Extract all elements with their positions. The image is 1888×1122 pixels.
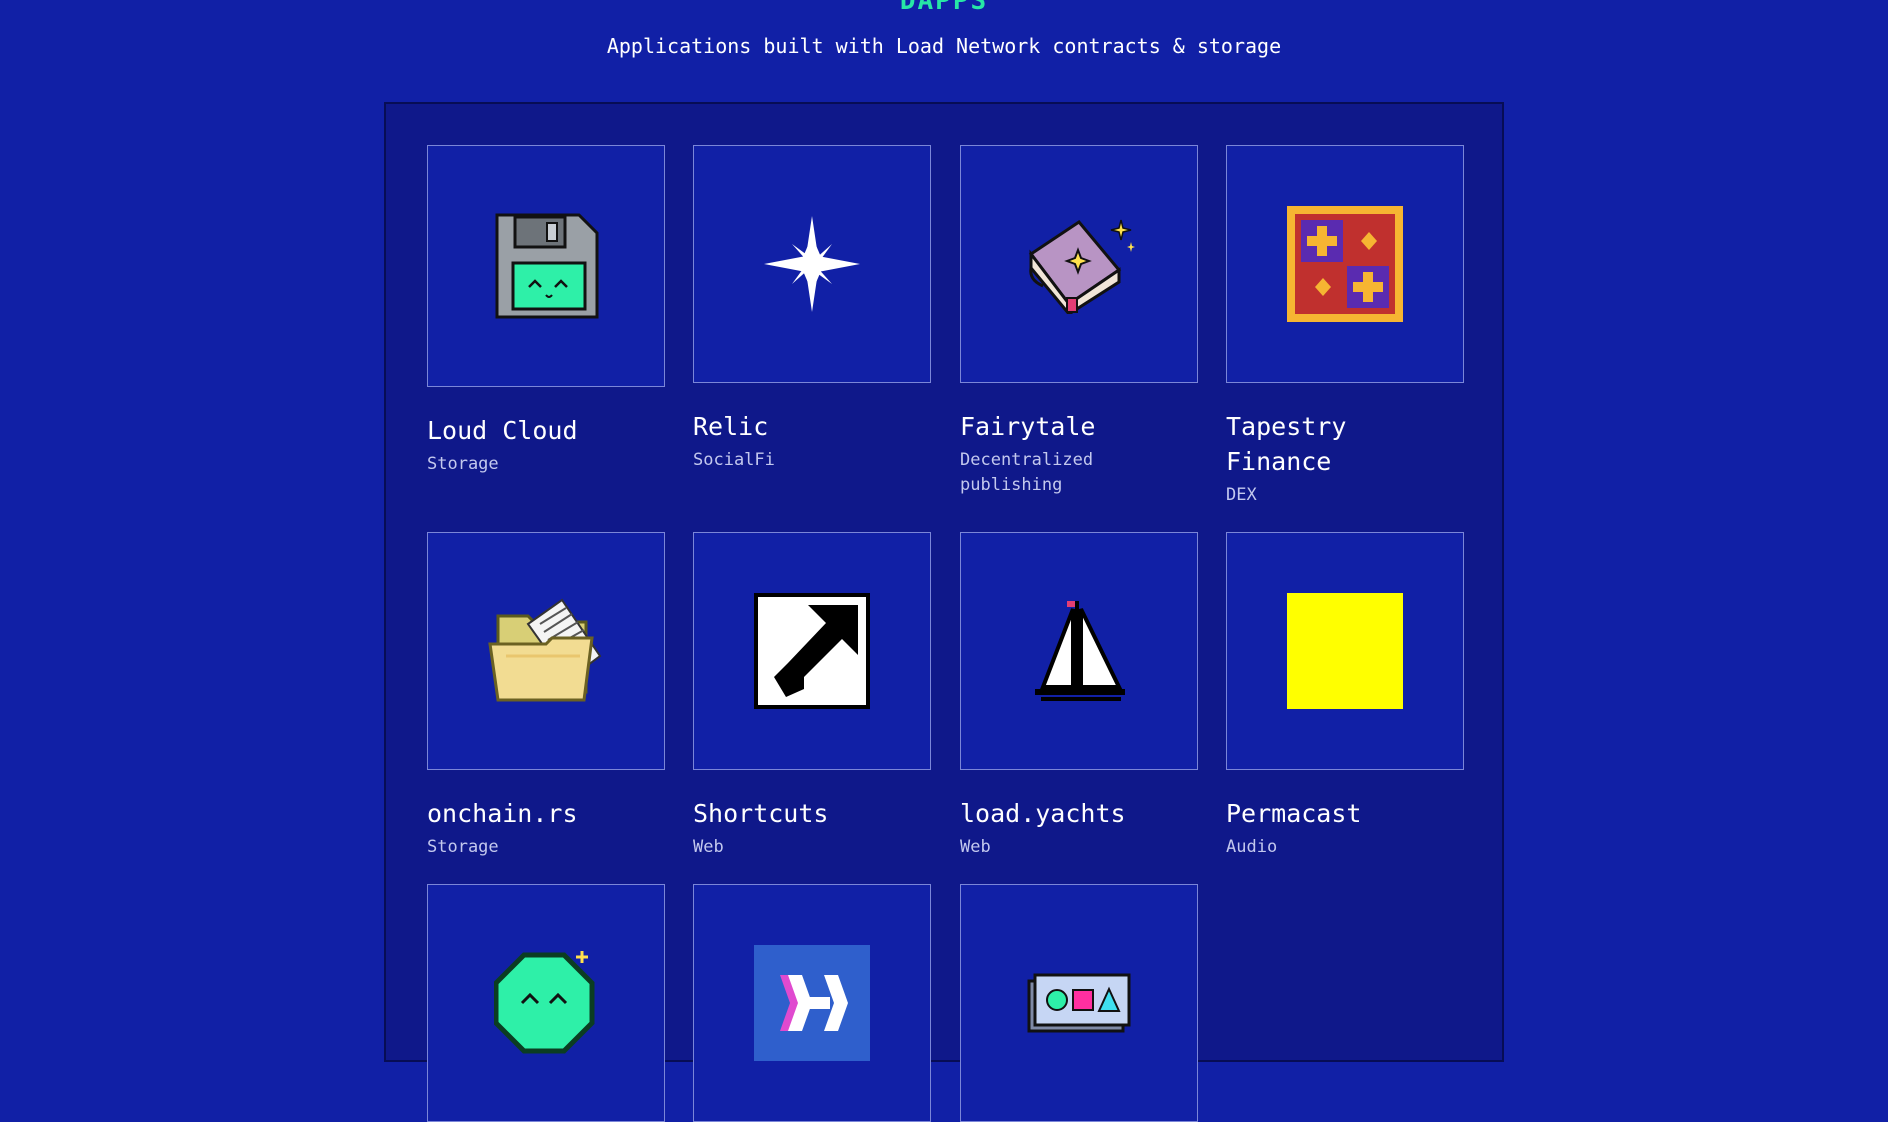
dapp-name[interactable]: Permacast	[1226, 796, 1464, 831]
dapp-card-relic[interactable]: Relic SocialFi	[693, 145, 931, 473]
dapp-tile[interactable]	[960, 145, 1198, 383]
dapp-card[interactable]	[693, 884, 931, 1122]
dapp-category: DEX	[1226, 485, 1257, 505]
dapp-category: Web	[960, 837, 991, 857]
dapp-tile[interactable]	[693, 884, 931, 1122]
dapp-name[interactable]: load.yachts	[960, 796, 1198, 831]
dapp-tile[interactable]	[427, 532, 665, 770]
dapp-card[interactable]	[960, 884, 1198, 1122]
floppy-disk-icon	[491, 211, 601, 321]
section-subtitle: Applications built with Load Network con…	[606, 34, 1282, 58]
dapp-name[interactable]: Tapestry Finance	[1226, 409, 1464, 479]
dapp-category: Audio	[1226, 837, 1278, 857]
folder-icon	[488, 596, 604, 706]
shortcut-arrow-icon	[754, 593, 870, 709]
sailboat-icon	[1029, 599, 1129, 703]
dapp-category: Storage	[427, 837, 499, 857]
dapp-card-load-yachts[interactable]: load.yachts Web	[960, 532, 1198, 860]
dapp-name[interactable]: Loud Cloud	[427, 413, 665, 448]
dapp-card-loud-cloud[interactable]: Loud Cloud Storage	[427, 145, 665, 477]
dapp-name[interactable]: Relic	[693, 409, 931, 444]
dapp-tile[interactable]	[427, 145, 665, 387]
sparkle-star-icon	[762, 214, 862, 314]
quilt-pattern-icon	[1287, 206, 1403, 322]
dapp-card-fairytale[interactable]: Fairytale Decentralized publishing	[960, 145, 1198, 498]
dapp-name[interactable]: Shortcuts	[693, 796, 931, 831]
dapp-tile[interactable]	[960, 884, 1198, 1122]
dapp-card-permacast[interactable]: Permacast Audio	[1226, 532, 1464, 860]
dapp-tile[interactable]	[1226, 145, 1464, 383]
dapp-name[interactable]: onchain.rs	[427, 796, 665, 831]
dapp-card-shortcuts[interactable]: Shortcuts Web	[693, 532, 931, 860]
smiling-gem-icon	[494, 951, 598, 1055]
dapp-tile[interactable]	[960, 532, 1198, 770]
shapes-card-icon	[1027, 971, 1131, 1035]
dapp-tile[interactable]	[693, 532, 931, 770]
dapp-card-tapestry-finance[interactable]: Tapestry Finance DEX	[1226, 145, 1464, 508]
magic-book-icon	[1023, 214, 1135, 314]
dapps-panel: Loud Cloud Storage Relic SocialFi Fairyt…	[384, 102, 1504, 1122]
dapp-tile[interactable]	[427, 884, 665, 1122]
dapp-category: Storage	[427, 454, 499, 474]
dapp-category: Web	[693, 837, 724, 857]
dapp-tile[interactable]	[693, 145, 931, 383]
h-logo-icon	[754, 945, 870, 1061]
dapp-card[interactable]	[427, 884, 665, 1122]
dapp-name[interactable]: Fairytale	[960, 409, 1198, 444]
dapp-category: SocialFi	[693, 450, 775, 470]
dapp-category: Decentralized publishing	[960, 450, 1094, 495]
dapp-tile[interactable]	[1226, 532, 1464, 770]
section-title: DAPPS	[899, 0, 989, 16]
dapp-card-onchain-rs[interactable]: onchain.rs Storage	[427, 532, 665, 860]
yellow-square-icon	[1287, 593, 1403, 709]
